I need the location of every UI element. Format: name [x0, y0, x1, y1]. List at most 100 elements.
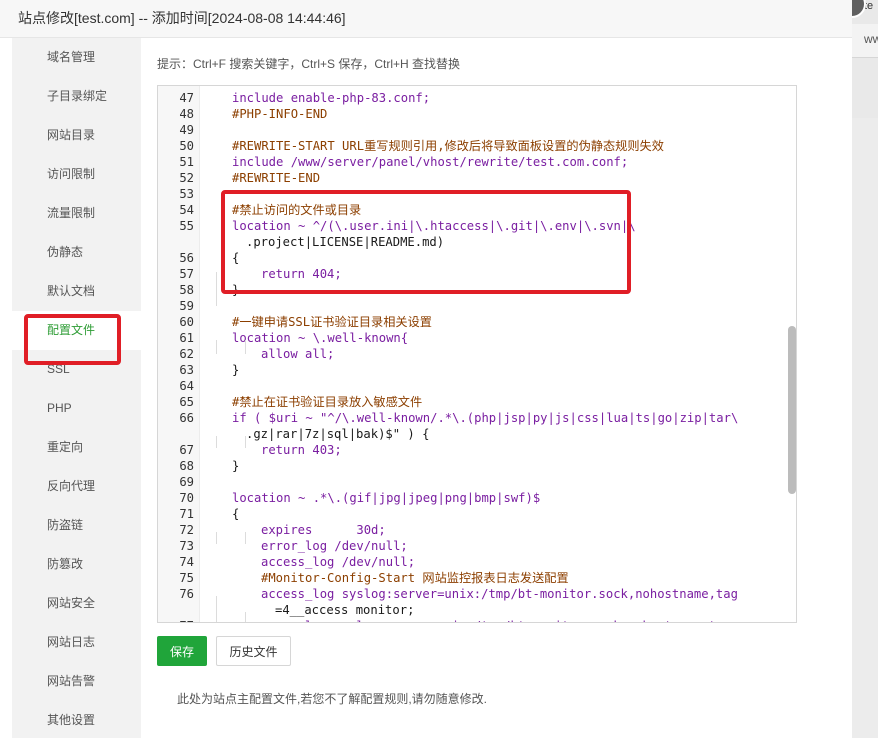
sidebar-item-redirect[interactable]: 重定向 [12, 428, 141, 467]
modal-title: 站点修改[test.com] -- 添加时间[2024-08-08 14:44:… [18, 10, 346, 26]
background-window: ww [852, 0, 878, 738]
save-button[interactable]: 保存 [157, 636, 207, 666]
code-line: 64 [158, 378, 796, 394]
editor-hint: 提示：Ctrl+F 搜索关键字，Ctrl+S 保存，Ctrl+H 查找替换 [157, 57, 461, 71]
code-line: 58} [158, 282, 796, 298]
code-text: access_log syslog:server=unix:/tmp/bt-mo… [261, 587, 738, 601]
sidebar-item-other-settings[interactable]: 其他设置 [12, 701, 141, 740]
line-number: 55 [179, 219, 194, 233]
sidebar-item-site-alert[interactable]: 网站告警 [12, 662, 141, 701]
indent-guide [216, 272, 217, 306]
code-line: 72 expires 30d; [158, 522, 796, 538]
code-text: return 403; [261, 443, 342, 457]
code-text: #禁止访问的文件或目录 [232, 203, 362, 217]
code-line: 54 #禁止访问的文件或目录 [158, 202, 796, 218]
code-text: location ~ ^/(\.user.ini|\.htaccess|\.gi… [232, 219, 636, 233]
code-text: } [232, 283, 240, 297]
line-number: 52 [179, 171, 194, 185]
sidebar-item-config-file[interactable]: 配置文件 [12, 311, 141, 350]
line-number: 60 [179, 315, 194, 329]
code-line: 65 #禁止在证书验证目录放入敏感文件 [158, 394, 796, 410]
code-line-wrap: =4__access monitor; [158, 602, 796, 618]
line-number: 47 [179, 91, 194, 105]
code-text: include enable-php-83.conf; [232, 91, 431, 105]
sidebar-item-site-dir[interactable]: 网站目录 [12, 116, 141, 155]
code-text: { [232, 251, 240, 265]
code-line: 56 { [158, 250, 796, 266]
line-number: 57 [179, 267, 194, 281]
code-line: 76 access_log syslog:server=unix:/tmp/bt-… [158, 586, 796, 602]
code-text: { [232, 507, 240, 521]
sidebar-item-tamper-proof[interactable]: 防篡改 [12, 545, 141, 584]
code-line: 68} [158, 458, 796, 474]
line-number: 63 [179, 363, 194, 377]
line-number: 54 [179, 203, 194, 217]
sidebar-item-site-security[interactable]: 网站安全 [12, 584, 141, 623]
code-line: 74 access_log /dev/null; [158, 554, 796, 570]
code-text: } [232, 459, 240, 473]
code-line: 50 #REWRITE-START URL重写规则引用,修改后将导致面板设置的伪静… [158, 138, 796, 154]
line-number: 64 [179, 379, 194, 393]
code-text: #禁止在证书验证目录放入敏感文件 [232, 395, 423, 409]
modal-header: 站点修改[test.com] -- 添加时间[2024-08-08 14:44:… [0, 0, 852, 38]
line-number: 48 [179, 107, 194, 121]
code-line: 61 location ~ \.well-known{ [158, 330, 796, 346]
code-text-wrap: .project|LICENSE|README.md) [246, 235, 445, 249]
code-text: location ~ \.well-known{ [232, 331, 409, 345]
line-number: 53 [179, 187, 194, 201]
code-line: 49 [158, 122, 796, 138]
indent-guide [216, 436, 217, 448]
history-files-button[interactable]: 历史文件 [216, 636, 291, 666]
line-number: 76 [179, 587, 194, 601]
line-number: 73 [179, 539, 194, 553]
sidebar-item-domain[interactable]: 域名管理 [12, 38, 141, 77]
code-line: 73 error_log /dev/null; [158, 538, 796, 554]
indent-guide [216, 340, 217, 354]
indent-guide [245, 532, 246, 544]
code-text: #Monitor-Config-Start 网站监控报表日志发送配置 [261, 571, 569, 585]
code-text-wrap: .gz|rar|7z|sql|bak)$" ) { [246, 427, 430, 441]
code-line: 77 error_log syslog:server=unix:/tmp/bt-m… [158, 618, 796, 622]
line-number: 74 [179, 555, 194, 569]
code-text: expires 30d; [261, 523, 386, 537]
sidebar-item-traffic-limit[interactable]: 流量限制 [12, 194, 141, 233]
line-number: 62 [179, 347, 194, 361]
code-text: error_log /dev/null; [261, 539, 408, 553]
code-text: if ( $uri ~ "^/\.well-known/.*\.(php|jsp… [232, 411, 739, 425]
sidebar-item-default-doc[interactable]: 默认文档 [12, 272, 141, 311]
code-editor[interactable]: 47 include enable-php-83.conf; 48 #PHP-INFO… [157, 85, 797, 623]
code-line: 55 location ~ ^/(\.user.ini|\.htaccess|\.… [158, 218, 796, 234]
sidebar-item-ssl[interactable]: SSL [12, 350, 141, 389]
background-text: ww [864, 32, 878, 46]
sidebar-item-php[interactable]: PHP [12, 389, 141, 428]
background-panel [852, 118, 878, 738]
code-line: 63} [158, 362, 796, 378]
site-config-modal: 站点修改[test.com] -- 添加时间[2024-08-08 14:44:… [0, 0, 852, 738]
sidebar-item-site-log[interactable]: 网站日志 [12, 623, 141, 662]
code-line: 59 [158, 298, 796, 314]
sidebar: 域名管理 子目录绑定 网站目录 访问限制 流量限制 伪静态 默认文档 配置文件 … [12, 38, 141, 738]
sidebar-item-access-limit[interactable]: 访问限制 [12, 155, 141, 194]
sidebar-item-subdir[interactable]: 子目录绑定 [12, 77, 141, 116]
editor-scrollbar[interactable] [788, 326, 796, 494]
indent-guide [245, 436, 246, 448]
sidebar-item-hotlink[interactable]: 防盗链 [12, 506, 141, 545]
code-line: 71 { [158, 506, 796, 522]
code-text: #REWRITE-END [232, 171, 321, 185]
code-line: 75 #Monitor-Config-Start 网站监控报表日志发送配置 [158, 570, 796, 586]
code-line: 52 #REWRITE-END [158, 170, 796, 186]
line-number: 72 [179, 523, 194, 537]
code-text: include /www/server/panel/vhost/rewrite/… [232, 155, 629, 169]
code-text-wrap: =4__access monitor; [275, 603, 415, 617]
line-number: 56 [179, 251, 194, 265]
line-number: 70 [179, 491, 194, 505]
line-number: 77 [158, 618, 194, 622]
indent-guide [245, 612, 246, 622]
sidebar-item-reverse-proxy[interactable]: 反向代理 [12, 467, 141, 506]
code-text: } [232, 363, 240, 377]
code-text: location ~ .*\.(gif|jpg|jpeg|png|bmp|swf… [232, 491, 541, 505]
sidebar-item-rewrite[interactable]: 伪静态 [12, 233, 141, 272]
indent-guide [216, 596, 217, 622]
line-number: 66 [179, 411, 194, 425]
code-line: 47 include enable-php-83.conf; [158, 90, 796, 106]
